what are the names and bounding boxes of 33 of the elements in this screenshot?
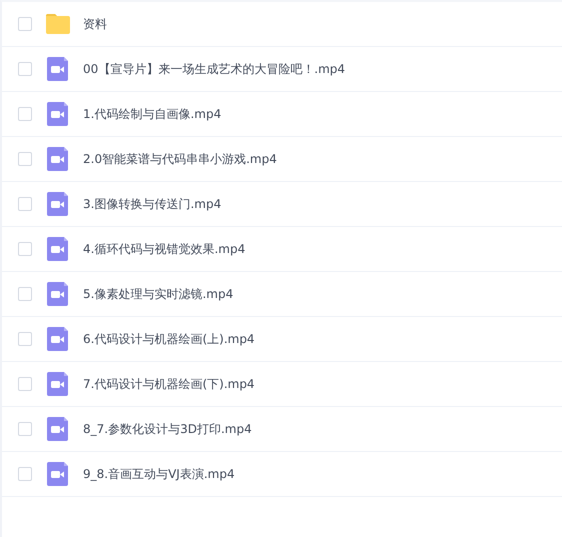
- video-file-icon: [46, 417, 70, 441]
- checkbox[interactable]: [18, 332, 32, 346]
- video-file-icon: [46, 102, 70, 126]
- file-name[interactable]: 5.像素处理与实时滤镜.mp4: [83, 286, 234, 302]
- checkbox[interactable]: [18, 242, 32, 256]
- video-file-icon: [46, 192, 70, 216]
- checkbox[interactable]: [18, 62, 32, 76]
- file-name[interactable]: 00【宣导片】来一场生成艺术的大冒险吧！.mp4: [83, 60, 346, 78]
- checkbox[interactable]: [18, 377, 32, 391]
- video-file-icon: [46, 462, 70, 486]
- folder-icon: [46, 12, 70, 36]
- file-name[interactable]: 2.0智能菜谱与代码串串小游戏.mp4: [83, 150, 277, 168]
- checkbox[interactable]: [18, 197, 32, 211]
- file-name[interactable]: 资料: [83, 16, 107, 32]
- file-name[interactable]: 4.循环代码与视错觉效果.mp4: [83, 240, 246, 258]
- video-file-icon: [46, 327, 70, 351]
- file-name[interactable]: 3.图像转换与传送门.mp4: [83, 196, 222, 212]
- video-file-icon: [46, 147, 70, 171]
- video-file-icon: [46, 282, 70, 306]
- file-name[interactable]: 1.代码绘制与自画像.mp4: [83, 106, 222, 122]
- checkbox[interactable]: [18, 17, 32, 31]
- video-file-icon: [46, 372, 70, 396]
- file-name[interactable]: 7.代码设计与机器绘画(下).mp4: [83, 376, 255, 392]
- checkbox[interactable]: [18, 152, 32, 166]
- video-file-icon: [46, 57, 70, 81]
- checkbox[interactable]: [18, 467, 32, 481]
- checkbox[interactable]: [18, 107, 32, 121]
- file-name[interactable]: 9_8.音画互动与VJ表演.mp4: [83, 466, 235, 482]
- checkbox[interactable]: [18, 287, 32, 301]
- file-name[interactable]: 8_7.参数化设计与3D打印.mp4: [83, 420, 252, 438]
- file-name[interactable]: 6.代码设计与机器绘画(上).mp4: [83, 330, 255, 348]
- checkbox[interactable]: [18, 422, 32, 436]
- video-file-icon: [46, 237, 70, 261]
